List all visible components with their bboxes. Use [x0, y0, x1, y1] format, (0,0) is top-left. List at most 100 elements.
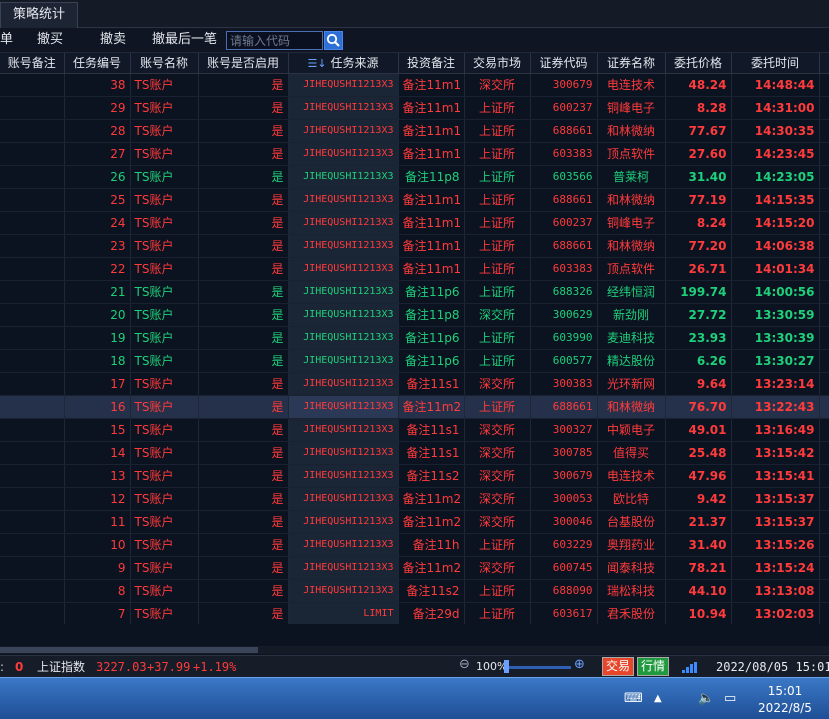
cancel-last-button[interactable]: 撤最后一笔: [152, 32, 217, 48]
keyboard-icon[interactable]: ⌨: [624, 692, 643, 706]
cell-security-name: 奥翔药业: [597, 533, 666, 557]
col-account-name[interactable]: 账号名称: [130, 53, 199, 74]
cell-order-price: 23.93: [665, 326, 732, 350]
cell-account-enabled: 是: [198, 188, 289, 212]
table-row[interactable]: 16 TS账户是 JIHEQUSHI1213X3 备注11m2 上证所 688661 和林微…: [0, 395, 829, 419]
cell-filler: [819, 280, 829, 304]
cell-order-time: 13:15:37: [731, 510, 820, 534]
zoom-slider[interactable]: [505, 666, 571, 669]
index-name[interactable]: 上证指数: [37, 660, 85, 674]
cell-task-id: 21: [64, 280, 131, 304]
col-account-enabled[interactable]: 账号是否启用: [198, 53, 289, 74]
zoom-slider-thumb[interactable]: [504, 660, 509, 673]
table-row[interactable]: 7 TS账户是 LIMIT 备注29d 上证所 603617 君禾股份 10.94 13:02:…: [0, 602, 829, 624]
cell-account-name: TS账户: [130, 418, 199, 442]
cell-invest-memo: 备注11p6: [398, 280, 465, 304]
col-security-code[interactable]: 证券代码: [530, 53, 598, 74]
table-row[interactable]: 26 TS账户是 JIHEQUSHI1213X3 备注11p8 上证所 603566 普莱柯…: [0, 165, 829, 189]
col-security-name[interactable]: 证券名称: [597, 53, 666, 74]
table-row[interactable]: 15 TS账户是 JIHEQUSHI1213X3 备注11s1 深交所 300327 中颖电…: [0, 418, 829, 442]
table-row[interactable]: 9 TS账户是 JIHEQUSHI1213X3 备注11m2 深交所 600745 闻泰科技…: [0, 556, 829, 580]
scrollbar-thumb[interactable]: [0, 647, 258, 653]
table-row[interactable]: 17 TS账户是 JIHEQUSHI1213X3 备注11s1 深交所 300383 光环新…: [0, 372, 829, 396]
table-row[interactable]: 18 TS账户是 JIHEQUSHI1213X3 备注11p6 上证所 600577 精达股…: [0, 349, 829, 373]
cell-order-price: 21.37: [665, 510, 732, 534]
cell-task-source: JIHEQUSHI1213X3: [288, 326, 399, 350]
table-row[interactable]: 8 TS账户是 JIHEQUSHI1213X3 备注11s2 上证所 688090 瑞松科技…: [0, 579, 829, 603]
cancel-sell-button[interactable]: 撤卖: [100, 32, 126, 48]
cell-security-name: 电连技术: [597, 464, 666, 488]
zoom-in-icon[interactable]: ⊕: [574, 658, 585, 672]
cell-filler: [819, 579, 829, 603]
col-task-source[interactable]: ☰↓ 任务来源: [288, 53, 399, 74]
cell-task-source: JIHEQUSHI1213X3: [288, 464, 399, 488]
col-task-id[interactable]: 任务编号: [64, 53, 131, 74]
cell-invest-memo: 备注11m1: [398, 73, 465, 97]
table-row[interactable]: 25 TS账户是 JIHEQUSHI1213X3 备注11m1 上证所 688661 和林微…: [0, 188, 829, 212]
table-row[interactable]: 10 TS账户是 JIHEQUSHI1213X3 备注11h 上证所 603229 奥翔药业…: [0, 533, 829, 557]
table-row[interactable]: 11 TS账户是 JIHEQUSHI1213X3 备注11m2 深交所 300046 台基股…: [0, 510, 829, 534]
table-row[interactable]: 27 TS账户是 JIHEQUSHI1213X3 备注11m1 上证所 603383 顶点软…: [0, 142, 829, 166]
tray-expand-icon[interactable]: ▲: [654, 692, 662, 706]
table-row[interactable]: 29 TS账户是 JIHEQUSHI1213X3 备注11m1 上证所 600237 铜峰电…: [0, 96, 829, 120]
table-row[interactable]: 38 TS账户是 JIHEQUSHI1213X3 备注11m1 深交所 300679 电连技…: [0, 73, 829, 97]
cell-filler: [819, 602, 829, 624]
table-header: 账号备注 任务编号 账号名称 账号是否启用 ☰↓ 任务来源 投资备注 交易市场 …: [0, 53, 829, 74]
col-order-time[interactable]: 委托时间: [731, 53, 820, 74]
table-row[interactable]: 24 TS账户是 JIHEQUSHI1213X3 备注11m1 上证所 600237 铜峰电…: [0, 211, 829, 235]
cell-filler: [819, 533, 829, 557]
cell-task-id: 7: [64, 602, 131, 624]
col-invest-memo[interactable]: 投资备注: [398, 53, 465, 74]
cell-invest-memo: 备注11m1: [398, 142, 465, 166]
table-row[interactable]: 28 TS账户是 JIHEQUSHI1213X3 备注11m1 上证所 688661 和林微…: [0, 119, 829, 143]
trade-button[interactable]: 交易: [602, 657, 635, 676]
cell-order-price: 77.19: [665, 188, 732, 212]
cell-invest-memo: 备注11m2: [398, 510, 465, 534]
col-market[interactable]: 交易市场: [464, 53, 531, 74]
table-row[interactable]: 13 TS账户是 JIHEQUSHI1213X3 备注11s2 深交所 300679 电连技…: [0, 464, 829, 488]
quote-button[interactable]: 行情: [637, 657, 670, 676]
table-row[interactable]: 22 TS账户是 JIHEQUSHI1213X3 备注11m1 上证所 603383 顶点软…: [0, 257, 829, 281]
table-row[interactable]: 19 TS账户是 JIHEQUSHI1213X3 备注11p6 上证所 603990 麦迪科…: [0, 326, 829, 350]
toolbar-order-button[interactable]: 单: [0, 32, 13, 48]
table-row[interactable]: 12 TS账户是 JIHEQUSHI1213X3 备注11m2 深交所 300053 欧比特…: [0, 487, 829, 511]
network-icon[interactable]: ▭: [724, 692, 736, 706]
cell-task-id: 19: [64, 326, 131, 350]
cell-account-name: TS账户: [130, 510, 199, 534]
cell-task-source: JIHEQUSHI1213X3: [288, 211, 399, 235]
cell-task-id: 20: [64, 303, 131, 327]
volume-icon[interactable]: 🔈: [698, 692, 714, 706]
cell-security-code: 603383: [530, 142, 598, 166]
table-row[interactable]: 14 TS账户是 JIHEQUSHI1213X3 备注11s1 深交所 300785 值得买…: [0, 441, 829, 465]
cell-invest-memo: 备注11m1: [398, 211, 465, 235]
cell-security-code: 688090: [530, 579, 598, 603]
table-empty-area: [0, 624, 829, 646]
col-account-note[interactable]: 账号备注: [0, 53, 65, 74]
table-row[interactable]: 23 TS账户是 JIHEQUSHI1213X3 备注11m1 上证所 688661 和林微…: [0, 234, 829, 258]
cancel-buy-button[interactable]: 撤买: [37, 32, 63, 48]
cell-order-price: 49.01: [665, 418, 732, 442]
cell-account-enabled: 是: [198, 96, 289, 120]
cell-account-name: TS账户: [130, 602, 199, 624]
col-filler: [819, 53, 829, 74]
zoom-out-icon[interactable]: ⊖: [459, 658, 470, 672]
cell-market: 深交所: [464, 464, 531, 488]
os-taskbar: ⌨ ▲ 🔈 ▭ 15:01 2022/8/5: [0, 677, 829, 719]
table-row[interactable]: 21 TS账户是 JIHEQUSHI1213X3 备注11p6 上证所 688326 经纬恒…: [0, 280, 829, 304]
taskbar-clock-time[interactable]: 15:01: [757, 684, 813, 698]
horizontal-scrollbar[interactable]: [0, 646, 829, 654]
cell-account-enabled: 是: [198, 142, 289, 166]
cell-security-code: 600745: [530, 556, 598, 580]
cell-task-source: JIHEQUSHI1213X3: [288, 349, 399, 373]
cell-account-note: [0, 188, 65, 212]
col-order-price[interactable]: 委托价格: [665, 53, 732, 74]
cell-filler: [819, 188, 829, 212]
cell-account-enabled: 是: [198, 234, 289, 258]
code-search-input[interactable]: [226, 31, 323, 50]
taskbar-clock-date[interactable]: 2022/8/5: [752, 701, 818, 715]
table-row[interactable]: 20 TS账户是 JIHEQUSHI1213X3 备注11p8 深交所 300629 新劲刚…: [0, 303, 829, 327]
tab-strategy-stats[interactable]: 策略统计: [0, 2, 78, 28]
cell-filler: [819, 372, 829, 396]
cell-account-name: TS账户: [130, 441, 199, 465]
search-button[interactable]: [324, 31, 343, 50]
